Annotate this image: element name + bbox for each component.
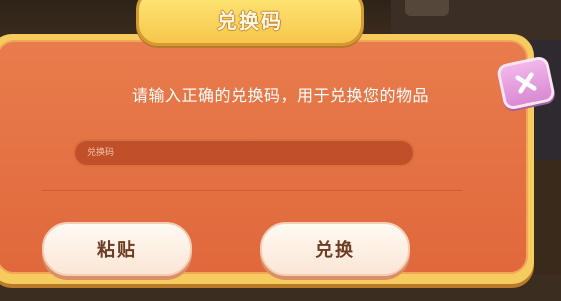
instruction-text: 请输入正确的兑换码，用于兑换您的物品: [131, 86, 429, 105]
divider: [42, 190, 462, 191]
redeem-button[interactable]: 兑换: [260, 222, 410, 276]
dialog-title: 兑换码: [217, 9, 283, 33]
paste-button[interactable]: 粘贴: [42, 222, 192, 276]
close-icon: [515, 72, 537, 94]
background-menu-icon: [405, 0, 449, 16]
redeem-code-input[interactable]: [73, 139, 415, 167]
dialog-title-tab: 兑换码: [136, 0, 364, 46]
